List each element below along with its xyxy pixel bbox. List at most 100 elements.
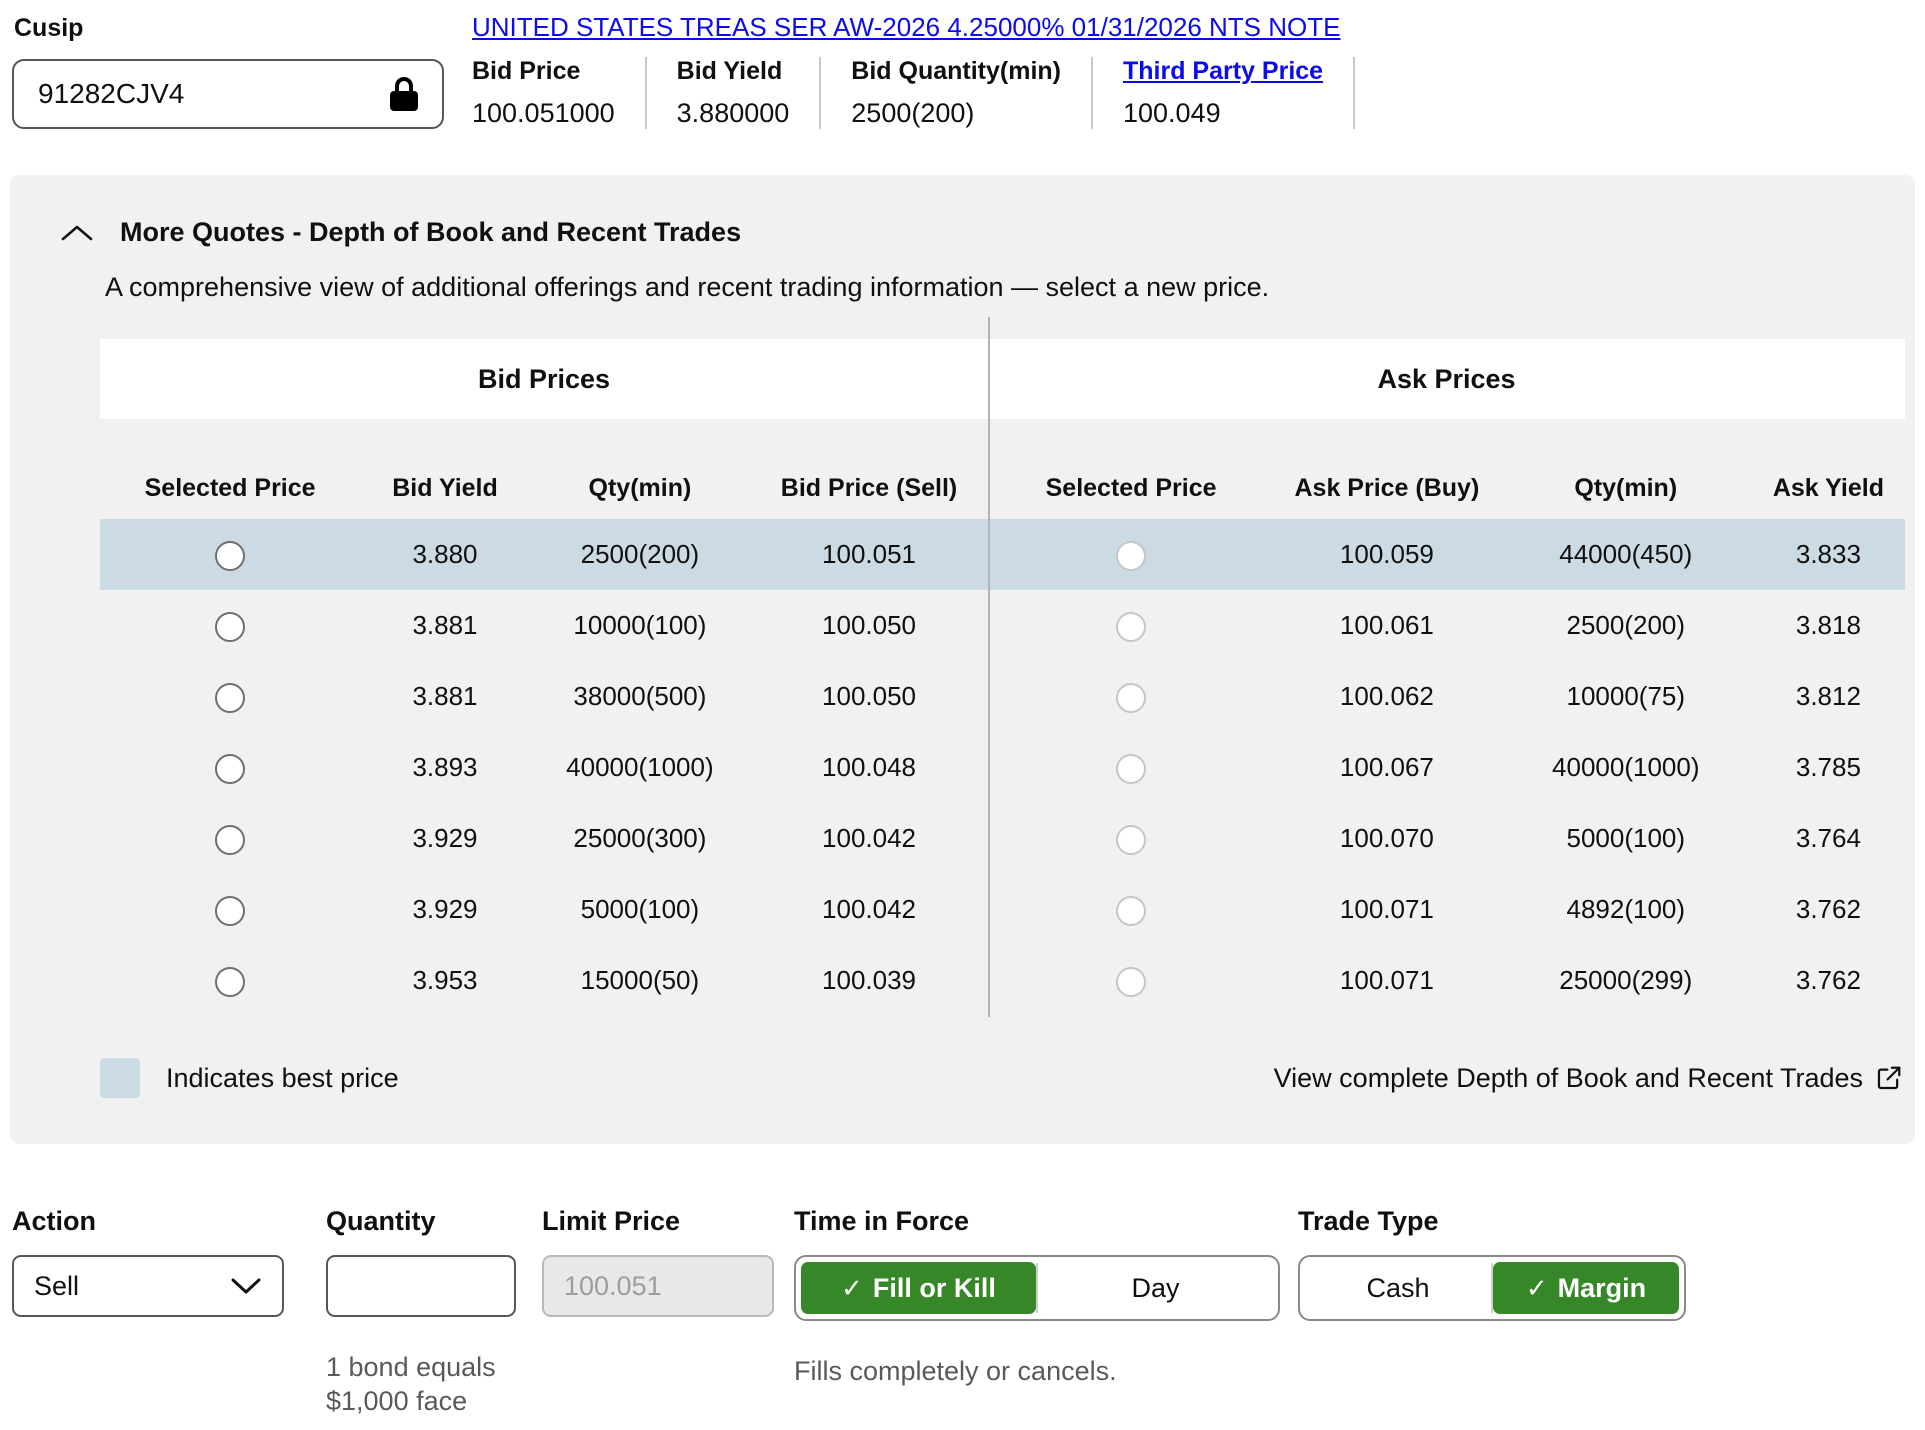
ask-qty-cell: 40000(1000) — [1500, 752, 1752, 783]
bid-price-cell: 100.050 — [750, 610, 988, 641]
limit-price-input — [542, 1255, 774, 1317]
table-row: 3.953 15000(50) 100.039 100.071 25000(29… — [100, 945, 1905, 1016]
ask-yield-cell: 3.833 — [1752, 539, 1905, 570]
trade-type-toggle: Cash ✓ Margin — [1298, 1255, 1686, 1321]
bid-radio-1[interactable] — [215, 541, 245, 571]
depth-of-book-table: Bid Prices Ask Prices Selected Price Bid… — [100, 339, 1905, 1016]
bid-yield-cell: 3.929 — [360, 894, 530, 925]
ask-yield-cell: 3.812 — [1752, 681, 1905, 712]
ask-price-cell: 100.070 — [1274, 823, 1500, 854]
bid-radio-6[interactable] — [215, 896, 245, 926]
quote-summary-strip: Cusip 91282CJV4 UNITED STATES TREAS SER … — [0, 0, 1925, 129]
column-headers-row: Selected Price Bid Yield Qty(min) Bid Pr… — [100, 419, 1905, 519]
table-row: 3.881 38000(500) 100.050 100.062 10000(7… — [100, 661, 1905, 732]
bid-price-cell: 100.042 — [750, 823, 988, 854]
table-row: 3.880 2500(200) 100.051 100.059 44000(45… — [100, 519, 1905, 590]
day-option[interactable]: Day — [1038, 1262, 1273, 1314]
ask-radio-7[interactable] — [1116, 967, 1146, 997]
bid-qty-cell: 5000(100) — [530, 894, 750, 925]
action-group: Action Sell — [12, 1206, 284, 1317]
fill-or-kill-option[interactable]: ✓ Fill or Kill — [801, 1262, 1036, 1314]
best-price-legend-text: Indicates best price — [166, 1063, 399, 1094]
ask-qty-cell: 5000(100) — [1500, 823, 1752, 854]
bid-radio-3[interactable] — [215, 683, 245, 713]
bid-price-cell: 100.048 — [750, 752, 988, 783]
third-party-price-link[interactable]: Third Party Price — [1123, 57, 1323, 86]
view-depth-of-book-link-text: View complete Depth of Book and Recent T… — [1274, 1063, 1863, 1094]
bid-qty-cell: 25000(300) — [530, 823, 750, 854]
bid-qty-cell: 2500(200) — [530, 539, 750, 570]
bid-price-cell: 100.050 — [750, 681, 988, 712]
more-quotes-header[interactable]: More Quotes - Depth of Book and Recent T… — [10, 217, 1915, 248]
cusip-label: Cusip — [12, 10, 470, 59]
ask-radio-6[interactable] — [1116, 896, 1146, 926]
quantity-input[interactable] — [326, 1255, 516, 1317]
cusip-input[interactable]: 91282CJV4 — [12, 59, 444, 129]
best-price-swatch — [100, 1058, 140, 1098]
best-price-legend: Indicates best price — [100, 1058, 399, 1098]
limit-price-group: Limit Price — [542, 1206, 774, 1317]
ask-price-cell: 100.071 — [1274, 894, 1500, 925]
table-footer-row: Indicates best price View complete Depth… — [100, 1058, 1903, 1098]
bid-selected-price-header: Selected Price — [100, 474, 360, 503]
table-row: 3.893 40000(1000) 100.048 100.067 40000(… — [100, 732, 1905, 803]
quantity-label: Quantity — [326, 1206, 516, 1237]
quote-fields-row: Bid Price 100.051000 Bid Yield 3.880000 … — [470, 57, 1355, 129]
bid-price-value: 100.051000 — [472, 98, 615, 129]
bid-quantity-field: Bid Quantity(min) 2500(200) — [819, 57, 1091, 129]
external-link-icon — [1875, 1064, 1903, 1092]
third-party-price-field: Third Party Price 100.049 — [1091, 57, 1353, 129]
bid-yield-cell: 3.881 — [360, 681, 530, 712]
ask-qty-cell: 4892(100) — [1500, 894, 1752, 925]
bid-radio-7[interactable] — [215, 967, 245, 997]
ask-price-cell: 100.062 — [1274, 681, 1500, 712]
ask-qty-cell: 10000(75) — [1500, 681, 1752, 712]
bid-radio-4[interactable] — [215, 754, 245, 784]
action-select[interactable]: Sell — [12, 1255, 284, 1317]
bid-price-sell-header: Bid Price (Sell) — [750, 474, 988, 503]
panel-subtitle: A comprehensive view of additional offer… — [105, 272, 1915, 303]
ask-radio-5[interactable] — [1116, 825, 1146, 855]
ask-price-cell: 100.059 — [1274, 539, 1500, 570]
ask-price-buy-header: Ask Price (Buy) — [1274, 474, 1500, 503]
ask-qty-cell: 25000(299) — [1500, 965, 1752, 996]
cusip-block: Cusip 91282CJV4 — [12, 10, 470, 129]
lock-icon — [390, 77, 418, 111]
bid-ask-divider — [988, 317, 990, 1017]
cash-option[interactable]: Cash — [1305, 1262, 1491, 1314]
panel-title: More Quotes - Depth of Book and Recent T… — [120, 217, 741, 248]
check-icon: ✓ — [1526, 1273, 1548, 1304]
ask-radio-2[interactable] — [1116, 612, 1146, 642]
ask-radio-1[interactable] — [1116, 541, 1146, 571]
more-quotes-panel: More Quotes - Depth of Book and Recent T… — [10, 175, 1915, 1144]
table-row: 3.881 10000(100) 100.050 100.061 2500(20… — [100, 590, 1905, 661]
bid-price-field: Bid Price 100.051000 — [470, 57, 645, 129]
ask-radio-3[interactable] — [1116, 683, 1146, 713]
quote-fields-divider — [1353, 57, 1355, 129]
ask-yield-cell: 3.762 — [1752, 894, 1905, 925]
bond-title-link[interactable]: UNITED STATES TREAS SER AW-2026 4.25000%… — [470, 12, 1340, 43]
view-depth-of-book-link[interactable]: View complete Depth of Book and Recent T… — [1274, 1063, 1903, 1094]
bid-yield-cell: 3.893 — [360, 752, 530, 783]
margin-option[interactable]: ✓ Margin — [1493, 1262, 1679, 1314]
bid-yield-header: Bid Yield — [360, 474, 530, 503]
bid-radio-2[interactable] — [215, 612, 245, 642]
ask-price-cell: 100.071 — [1274, 965, 1500, 996]
bid-yield-value: 3.880000 — [677, 98, 790, 129]
quantity-help-text: 1 bond equals $1,000 face — [326, 1351, 516, 1419]
ask-qty-header: Qty(min) — [1500, 474, 1752, 503]
bid-quantity-value: 2500(200) — [851, 98, 1061, 129]
bid-radio-5[interactable] — [215, 825, 245, 855]
ask-price-cell: 100.067 — [1274, 752, 1500, 783]
section-title-band: Bid Prices Ask Prices — [100, 339, 1905, 419]
time-in-force-group: Time in Force ✓ Fill or Kill Day Fills c… — [794, 1206, 1280, 1389]
ask-radio-4[interactable] — [1116, 754, 1146, 784]
quantity-group: Quantity 1 bond equals $1,000 face — [326, 1206, 516, 1419]
bid-price-cell: 100.051 — [750, 539, 988, 570]
bid-price-cell: 100.042 — [750, 894, 988, 925]
trade-type-label: Trade Type — [1298, 1206, 1686, 1237]
collapse-chevron-up-icon[interactable] — [60, 224, 94, 242]
bond-block: UNITED STATES TREAS SER AW-2026 4.25000%… — [470, 10, 1355, 129]
bid-qty-cell: 10000(100) — [530, 610, 750, 641]
bid-price-label: Bid Price — [472, 57, 615, 86]
